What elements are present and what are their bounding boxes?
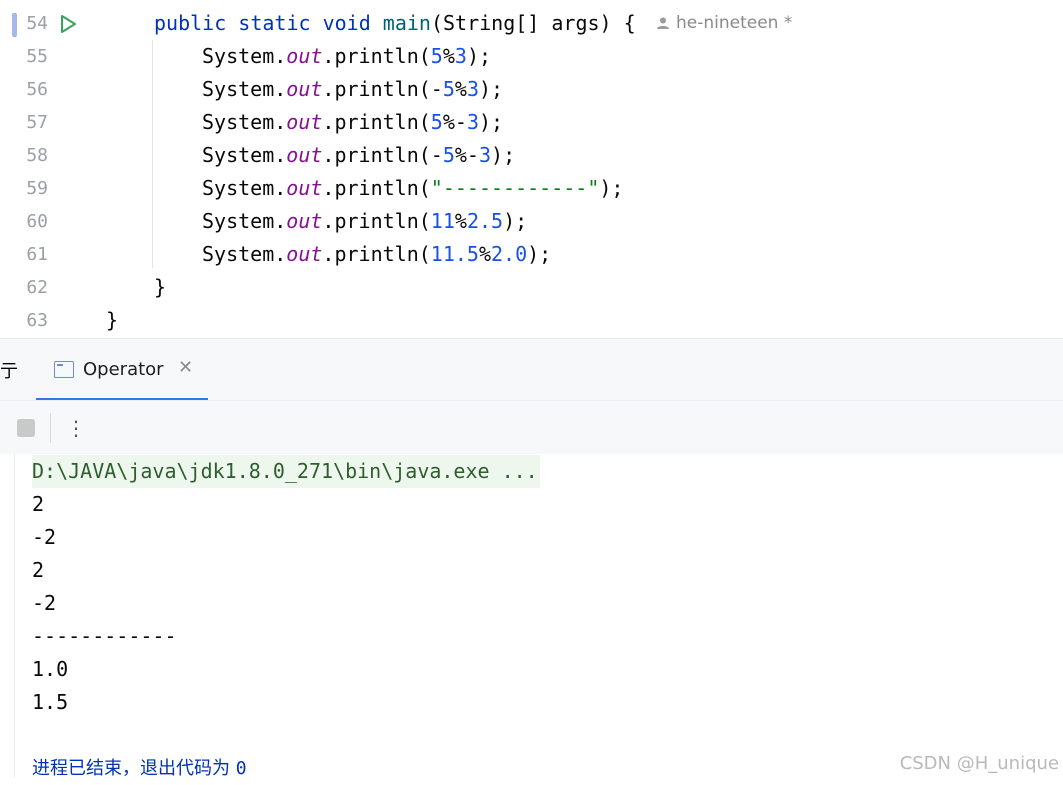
- user-icon: [657, 17, 669, 29]
- code-text: }: [106, 308, 119, 332]
- code-line-61[interactable]: 61 System.out.println(11.5%2.0);: [0, 238, 1063, 271]
- toolbar-divider: [50, 413, 51, 443]
- code-text: System.out.println(5%-3);: [202, 110, 504, 134]
- code-line-58[interactable]: 58 System.out.println(-5%-3);: [0, 139, 1063, 172]
- watermark: CSDN @H_unique: [899, 753, 1059, 774]
- console-icon: [54, 361, 74, 378]
- run-tool-window-header: 亍 Operator ✕: [0, 338, 1063, 401]
- code-line-63[interactable]: 63 }: [0, 304, 1063, 337]
- console-left-border: [14, 454, 15, 778]
- stop-button[interactable]: [17, 419, 35, 437]
- code-text: System.out.println(11%2.5);: [202, 209, 528, 233]
- tool-window-title: 亍: [0, 361, 18, 382]
- line-number: 55: [26, 46, 48, 67]
- console-command-line: D:\JAVA\java\jdk1.8.0_271\bin\java.exe .…: [32, 455, 540, 488]
- author-name: he-nineteen *: [676, 13, 793, 33]
- run-gutter-icon[interactable]: [58, 14, 78, 34]
- line-number: 56: [26, 79, 48, 100]
- code-text: public static void main(String[] args) {: [154, 11, 636, 35]
- code-line-59[interactable]: 59 System.out.println("------------");: [0, 172, 1063, 205]
- code-line-55[interactable]: 55 System.out.println(5%3);: [0, 40, 1063, 73]
- line-number: 60: [26, 211, 48, 232]
- console-line: 1.5: [32, 690, 69, 714]
- console-line: 1.0: [32, 657, 69, 681]
- tab-label: Operator: [83, 359, 164, 380]
- code-text: System.out.println("------------");: [202, 176, 624, 200]
- run-toolbar: ⋮: [0, 400, 1063, 456]
- code-line-56[interactable]: 56 System.out.println(-5%3);: [0, 73, 1063, 106]
- code-text: System.out.println(-5%-3);: [202, 143, 516, 167]
- line-number: 57: [26, 112, 48, 133]
- code-editor[interactable]: 54 public static void main(String[] args…: [0, 0, 1063, 338]
- code-line-60[interactable]: 60 System.out.println(11%2.5);: [0, 205, 1063, 238]
- line-number: 62: [26, 277, 48, 298]
- code-line-54[interactable]: 54 public static void main(String[] args…: [0, 7, 1063, 40]
- tab-operator[interactable]: Operator ✕: [36, 339, 208, 401]
- code-line-62[interactable]: 62 }: [0, 271, 1063, 304]
- process-exit-message: 进程已结束，退出代码为 0: [32, 752, 247, 785]
- console-line: 2: [32, 492, 45, 516]
- code-text: }: [154, 275, 167, 299]
- close-icon[interactable]: ✕: [178, 357, 193, 378]
- code-text: System.out.println(-5%3);: [202, 77, 504, 101]
- console-line: -2: [32, 525, 57, 549]
- console-line: -2: [32, 591, 57, 615]
- code-line-57[interactable]: 57 System.out.println(5%-3);: [0, 106, 1063, 139]
- exit-text: 进程已结束，退出代码为: [32, 758, 230, 779]
- code-text: System.out.println(5%3);: [202, 44, 492, 68]
- code-author-hint[interactable]: he-nineteen *: [656, 7, 792, 40]
- console-line: 2: [32, 558, 45, 582]
- console-line: ------------: [32, 624, 177, 648]
- line-number: 59: [26, 178, 48, 199]
- line-number: 61: [26, 244, 48, 265]
- more-options-icon[interactable]: ⋮: [66, 413, 86, 443]
- code-text: System.out.println(11.5%2.0);: [202, 242, 552, 266]
- line-number: 54: [26, 13, 48, 34]
- line-number: 58: [26, 145, 48, 166]
- exit-code: 0: [235, 758, 247, 779]
- console-output[interactable]: D:\JAVA\java\jdk1.8.0_271\bin\java.exe .…: [0, 454, 1063, 779]
- line-number: 63: [26, 310, 48, 331]
